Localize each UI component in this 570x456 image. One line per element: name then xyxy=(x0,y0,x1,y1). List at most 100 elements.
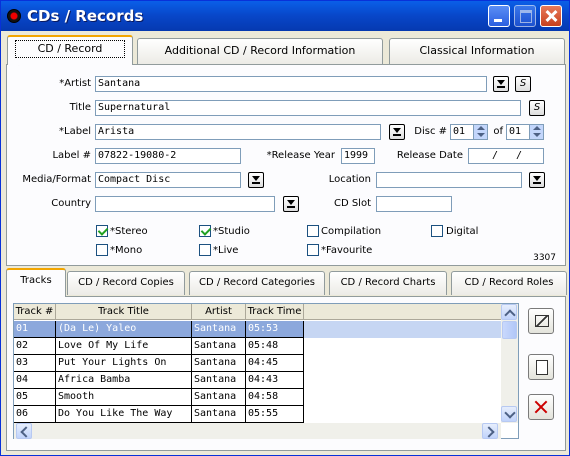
scroll-left-arrow-icon[interactable] xyxy=(16,423,32,439)
track-number-cell[interactable]: 01 xyxy=(14,321,56,338)
artist-dropdown-button[interactable] xyxy=(493,76,509,92)
title-sort-button[interactable]: S xyxy=(529,100,545,116)
country-field[interactable] xyxy=(95,196,275,212)
title-bar: CDs / Records xyxy=(1,1,569,31)
mono-checkbox[interactable] xyxy=(96,244,108,256)
disc-total-field[interactable]: 01 xyxy=(506,124,544,140)
track-artist-cell[interactable]: Santana xyxy=(192,355,246,372)
delete-icon[interactable] xyxy=(528,394,554,420)
horizontal-scrollbar[interactable] xyxy=(14,423,501,439)
track-artist-cell[interactable]: Santana xyxy=(192,406,246,423)
column-header-track-time[interactable]: Track Time xyxy=(246,304,304,320)
track-artist-cell[interactable]: Santana xyxy=(192,321,246,338)
track-number-cell[interactable]: 05 xyxy=(14,389,56,406)
stereo-checkbox[interactable] xyxy=(96,225,108,237)
chart-icon[interactable] xyxy=(528,308,554,334)
table-row[interactable]: 02 Love Of My Life Santana 05:48 xyxy=(14,338,504,355)
label-field[interactable]: Arista xyxy=(95,124,381,140)
cd-slot-label: CD Slot xyxy=(333,198,371,209)
favourite-checkbox[interactable] xyxy=(307,244,319,256)
disc-label: Disc # xyxy=(414,126,447,137)
location-field[interactable] xyxy=(376,172,522,188)
label-number-field[interactable]: 07822-19080-2 xyxy=(95,148,241,164)
media-format-label: Media/Format xyxy=(22,174,91,185)
track-title-cell[interactable]: Do You Like The Way xyxy=(56,406,192,423)
track-number-cell[interactable]: 02 xyxy=(14,338,56,355)
media-format-dropdown-button[interactable] xyxy=(248,172,264,188)
disc-total-value: 01 xyxy=(509,126,522,137)
artist-label: *Artist xyxy=(59,78,91,89)
disc-number-spinner[interactable] xyxy=(473,125,487,139)
column-header-track-title[interactable]: Track Title xyxy=(56,304,192,320)
track-title-cell[interactable]: (Da Le) Yaleo xyxy=(56,321,192,338)
tab-cd-record[interactable]: CD / Record xyxy=(7,35,133,65)
cd-slot-field[interactable] xyxy=(376,196,452,212)
column-header-filler xyxy=(304,304,504,320)
artist-field[interactable]: Santana xyxy=(95,76,487,92)
compilation-label: Compilation xyxy=(321,226,382,237)
release-year-label: *Release Year xyxy=(266,150,335,161)
table-row[interactable]: 01 (Da Le) Yaleo Santana 05:53 xyxy=(14,321,504,338)
scroll-down-arrow-icon[interactable] xyxy=(501,406,517,422)
vertical-scroll-thumb[interactable] xyxy=(502,321,517,339)
tab-classical-info[interactable]: Classical Information xyxy=(389,38,565,64)
digital-checkbox[interactable] xyxy=(431,225,443,237)
artist-sort-button[interactable]: S xyxy=(515,76,531,92)
label-dropdown-button[interactable] xyxy=(389,124,405,140)
close-button[interactable] xyxy=(540,5,562,27)
minimize-button[interactable] xyxy=(488,5,510,27)
table-row[interactable]: 05 Smooth Santana 04:58 xyxy=(14,389,504,406)
tab-cd-record-roles[interactable]: CD / Record Roles xyxy=(451,271,567,295)
track-number-cell[interactable]: 03 xyxy=(14,355,56,372)
track-artist-cell[interactable]: Santana xyxy=(192,389,246,406)
table-row[interactable]: 06 Do You Like The Way Santana 05:55 xyxy=(14,406,504,423)
maximize-button[interactable] xyxy=(514,5,536,27)
title-field[interactable]: Supernatural xyxy=(95,100,521,116)
live-checkbox[interactable] xyxy=(199,244,211,256)
track-title-cell[interactable]: Africa Bamba xyxy=(56,372,192,389)
country-dropdown-button[interactable] xyxy=(283,196,299,212)
country-label: Country xyxy=(51,198,91,209)
media-format-field[interactable]: Compact Disc xyxy=(95,172,241,188)
stereo-label: *Stereo xyxy=(110,226,148,237)
track-title-cell[interactable]: Smooth xyxy=(56,389,192,406)
studio-checkbox[interactable] xyxy=(199,225,211,237)
tracks-grid[interactable]: Track # Track Title Artist Track Time 01… xyxy=(13,303,519,439)
column-header-track-number[interactable]: Track # xyxy=(14,304,56,320)
release-date-field[interactable]: / / xyxy=(468,148,544,164)
label-number-label: Label # xyxy=(52,150,91,161)
tab-cd-record-copies[interactable]: CD / Record Copies xyxy=(67,271,185,295)
main-window: CDs / Records CD / Record Additional CD … xyxy=(0,0,570,456)
track-time-cell[interactable]: 05:55 xyxy=(246,406,304,423)
release-year-field[interactable]: 1999 xyxy=(341,148,375,164)
tab-cd-record-charts[interactable]: CD / Record Charts xyxy=(329,271,447,295)
live-label: *Live xyxy=(213,245,239,256)
tab-label: CD / Record xyxy=(14,40,126,58)
track-time-cell[interactable]: 04:58 xyxy=(246,389,304,406)
label-label: *Label xyxy=(59,126,91,137)
new-document-icon[interactable] xyxy=(528,354,554,380)
track-time-cell[interactable]: 05:53 xyxy=(246,321,304,338)
track-title-cell[interactable]: Put Your Lights On xyxy=(56,355,192,372)
scroll-right-arrow-icon[interactable] xyxy=(482,423,498,439)
disc-number-field[interactable]: 01 xyxy=(450,124,488,140)
tab-tracks[interactable]: Tracks xyxy=(6,268,66,297)
column-header-artist[interactable]: Artist xyxy=(192,304,246,320)
track-time-cell[interactable]: 04:43 xyxy=(246,372,304,389)
table-row[interactable]: 03 Put Your Lights On Santana 04:45 xyxy=(14,355,504,372)
track-time-cell[interactable]: 04:45 xyxy=(246,355,304,372)
mono-label: *Mono xyxy=(110,245,143,256)
track-title-cell[interactable]: Love Of My Life xyxy=(56,338,192,355)
track-number-cell[interactable]: 06 xyxy=(14,406,56,423)
track-artist-cell[interactable]: Santana xyxy=(192,372,246,389)
scroll-up-arrow-icon[interactable] xyxy=(501,304,517,320)
compilation-checkbox[interactable] xyxy=(307,225,319,237)
track-artist-cell[interactable]: Santana xyxy=(192,338,246,355)
tab-cd-record-categories[interactable]: CD / Record Categories xyxy=(189,271,325,295)
location-dropdown-button[interactable] xyxy=(529,172,545,188)
track-time-cell[interactable]: 05:48 xyxy=(246,338,304,355)
track-number-cell[interactable]: 04 xyxy=(14,372,56,389)
tab-additional-info[interactable]: Additional CD / Record Information xyxy=(137,38,383,64)
disc-total-spinner[interactable] xyxy=(529,125,543,139)
table-row[interactable]: 04 Africa Bamba Santana 04:43 xyxy=(14,372,504,389)
